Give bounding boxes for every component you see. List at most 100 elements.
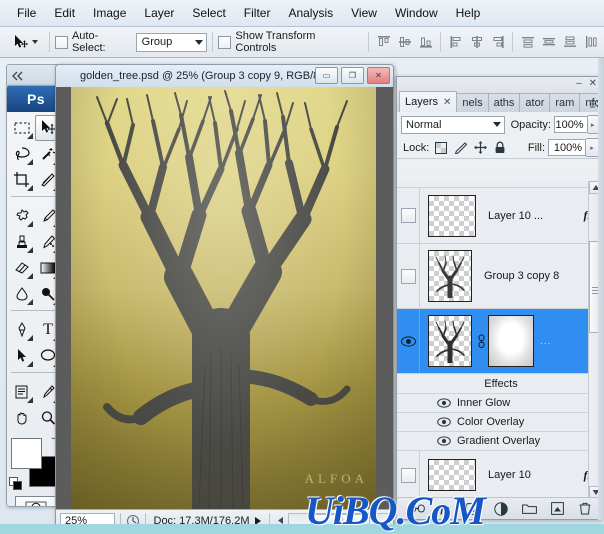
auto-select-dropdown[interactable]: Group: [135, 32, 208, 52]
eye-icon[interactable]: [400, 335, 416, 347]
photoshop-application: File Edit Image Layer Select Filter Anal…: [0, 0, 604, 534]
tool-path-selection[interactable]: [9, 343, 35, 369]
align-right-edges-icon[interactable]: [488, 33, 507, 52]
distribute-vertical-centers-icon[interactable]: [539, 33, 558, 52]
menu-item-layer[interactable]: Layer: [135, 3, 183, 23]
panel-title-bar[interactable]: – ✕: [397, 77, 603, 91]
align-horizontal-centers-icon[interactable]: [467, 33, 486, 52]
layer-thumbnail-tree[interactable]: [428, 315, 472, 367]
layer-mask-thumbnail[interactable]: [488, 315, 534, 367]
auto-select-checkbox[interactable]: [55, 35, 68, 49]
maximize-icon[interactable]: ❐: [341, 67, 364, 84]
align-vertical-centers-icon[interactable]: [395, 33, 414, 52]
menu-item-file[interactable]: File: [8, 3, 45, 23]
new-layer-icon[interactable]: [549, 501, 566, 516]
layer-visibility-cell[interactable]: [397, 188, 420, 243]
eye-icon[interactable]: [437, 436, 451, 446]
tab-paths[interactable]: aths: [487, 93, 521, 112]
effect-inner-glow[interactable]: Inner Glow: [397, 394, 603, 413]
menu-item-analysis[interactable]: Analysis: [279, 3, 342, 23]
menu-item-filter[interactable]: Filter: [235, 3, 280, 23]
layer-name[interactable]: ...: [534, 309, 579, 373]
layer-thumbnail-empty[interactable]: [428, 194, 476, 237]
current-tool-preview[interactable]: [4, 34, 44, 51]
menu-item-view[interactable]: View: [342, 3, 386, 23]
layer-thumbnail-empty[interactable]: [428, 459, 476, 491]
blend-mode-dropdown[interactable]: Normal: [401, 115, 505, 134]
canvas-area[interactable]: ALFOA: [56, 87, 393, 509]
eye-icon[interactable]: [437, 417, 451, 427]
tool-clone-stamp[interactable]: [9, 229, 35, 255]
menu-item-select[interactable]: Select: [183, 3, 234, 23]
tab-channels[interactable]: nels: [456, 93, 489, 112]
lock-transparent-pixels-icon[interactable]: [435, 141, 448, 154]
tool-marquee[interactable]: [9, 115, 35, 141]
tool-crop[interactable]: [9, 167, 35, 193]
link-layers-icon[interactable]: [409, 501, 426, 516]
lock-position-icon[interactable]: [474, 141, 488, 154]
effect-gradient-overlay[interactable]: Gradient Overlay: [397, 432, 603, 451]
tab-layers[interactable]: Layers ✕: [399, 91, 458, 112]
tool-hand[interactable]: [9, 405, 35, 431]
layer-visibility-cell[interactable]: [397, 309, 420, 373]
minimize-icon[interactable]: ▭: [315, 67, 338, 84]
default-fg-box: [13, 481, 22, 490]
menu-item-image[interactable]: Image: [84, 3, 135, 23]
close-icon[interactable]: ✕: [443, 97, 451, 108]
quick-mask-button[interactable]: [15, 496, 57, 506]
add-layer-mask-icon[interactable]: [465, 501, 482, 516]
add-layer-style-icon[interactable]: fx: [437, 501, 454, 516]
close-icon[interactable]: ✕: [367, 67, 390, 84]
eye-icon-off[interactable]: [400, 268, 416, 284]
layer-list[interactable]: Layer 10 ... fx ▾: [397, 181, 603, 499]
align-top-edges-icon[interactable]: [374, 33, 393, 52]
opacity-input[interactable]: 100%: [553, 116, 588, 133]
tool-lasso[interactable]: [9, 141, 35, 167]
eye-icon-off[interactable]: [400, 467, 416, 483]
eye-icon-off[interactable]: [400, 208, 416, 223]
distribute-left-edges-icon[interactable]: [581, 33, 600, 52]
align-bottom-edges-icon[interactable]: [416, 33, 435, 52]
tab-navigator[interactable]: ator: [519, 93, 551, 112]
document-canvas[interactable]: ALFOA: [71, 87, 376, 509]
table-row[interactable]: Layer 10 fx ▾: [397, 451, 603, 499]
new-group-icon[interactable]: [521, 501, 538, 516]
layer-thumbnail-tree[interactable]: [428, 250, 472, 302]
layer-name[interactable]: Group 3 copy 8: [478, 244, 579, 308]
tool-eraser[interactable]: [9, 255, 35, 281]
default-colors-icon[interactable]: [9, 477, 22, 490]
lock-image-pixels-icon[interactable]: [454, 141, 468, 154]
panel-minimize-close-icons[interactable]: – ✕: [576, 78, 599, 89]
tool-healing-brush[interactable]: [9, 203, 35, 229]
tool-preset-chevron-down-icon[interactable]: [32, 40, 38, 44]
foreground-color-swatch[interactable]: [11, 438, 42, 469]
align-left-edges-icon[interactable]: [446, 33, 465, 52]
link-layer-mask-icon[interactable]: [476, 333, 486, 349]
layer-name[interactable]: Layer 10: [482, 451, 579, 499]
show-transform-controls-checkbox[interactable]: [218, 35, 232, 49]
tool-pen[interactable]: [9, 317, 35, 343]
tab-histogram[interactable]: ram: [549, 93, 581, 112]
lock-all-icon[interactable]: [494, 141, 506, 154]
menu-item-edit[interactable]: Edit: [45, 3, 84, 23]
delete-layer-icon[interactable]: [577, 501, 594, 516]
tool-blur[interactable]: [9, 281, 35, 307]
toolbox-divider-1: [11, 196, 61, 197]
tool-notes[interactable]: [9, 379, 35, 405]
table-row[interactable]: Group 3 copy 8: [397, 244, 603, 309]
document-title: golden_tree.psd @ 25% (Group 3 copy 9, R…: [80, 70, 323, 82]
effect-color-overlay[interactable]: Color Overlay: [397, 413, 603, 432]
layer-visibility-cell[interactable]: [397, 451, 420, 499]
document-title-bar[interactable]: golden_tree.psd @ 25% (Group 3 copy 9, R…: [56, 65, 393, 87]
layer-visibility-cell[interactable]: [397, 244, 420, 308]
layer-name[interactable]: Layer 10 ...: [482, 188, 579, 243]
table-row-selected[interactable]: ... ▴: [397, 309, 603, 374]
table-row[interactable]: Layer 10 ... fx ▾: [397, 188, 603, 244]
new-adjustment-layer-icon[interactable]: [493, 501, 510, 516]
menu-item-help[interactable]: Help: [447, 3, 490, 23]
distribute-bottom-edges-icon[interactable]: [560, 33, 579, 52]
eye-icon[interactable]: [437, 398, 451, 408]
fill-input[interactable]: 100%: [548, 139, 586, 156]
distribute-top-edges-icon[interactable]: [518, 33, 537, 52]
menu-item-window[interactable]: Window: [386, 3, 447, 23]
